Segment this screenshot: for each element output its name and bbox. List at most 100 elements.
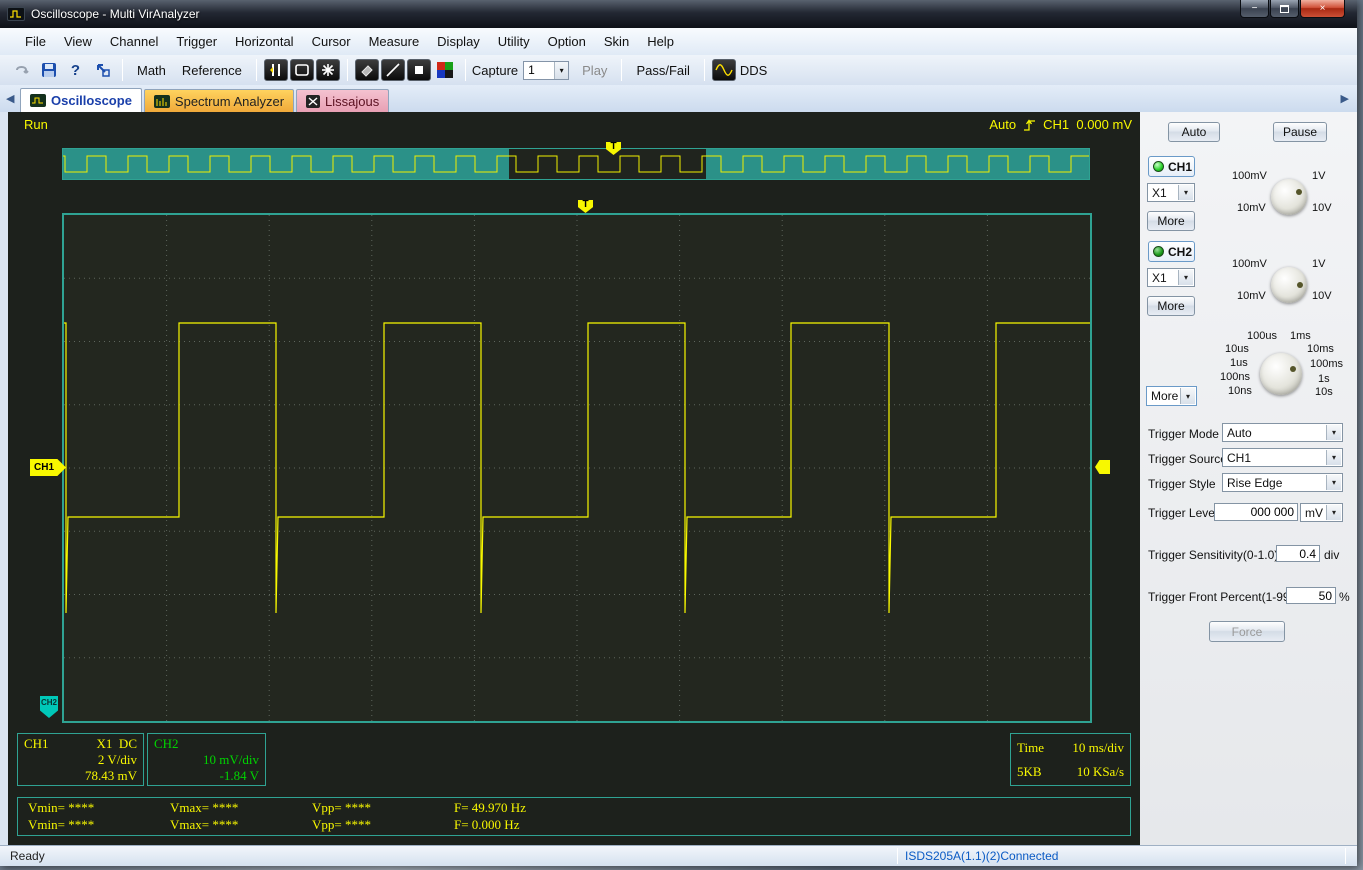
chevron-down-icon[interactable]: ▾ <box>554 61 569 79</box>
status-divider <box>1345 848 1346 864</box>
measure-vmin-2: Vmin= **** <box>28 817 95 832</box>
reference-button[interactable]: Reference <box>174 60 250 81</box>
menu-horizontal[interactable]: Horizontal <box>226 30 303 53</box>
color-palette-icon[interactable] <box>433 58 458 82</box>
tab-lissajous[interactable]: Lissajous <box>296 89 390 112</box>
chevron-down-icon: ▾ <box>1180 388 1195 404</box>
cursor-line-icon[interactable] <box>380 59 405 81</box>
tb-1ms: 1ms <box>1290 330 1311 342</box>
timebase-more-dropdown[interactable]: More ▾ <box>1146 386 1197 406</box>
tabs-scroll-left-icon[interactable]: ◀ <box>6 92 14 105</box>
ch1-volts-knob[interactable] <box>1271 179 1307 215</box>
tab-oscilloscope[interactable]: Oscilloscope <box>20 88 142 112</box>
trigger-sensitivity-label: Trigger Sensitivity(0-1.0) <box>1148 548 1279 562</box>
pause-button[interactable]: Pause <box>1273 122 1327 142</box>
channels-icon[interactable] <box>263 59 288 81</box>
ch2-range-10mv: 10mV <box>1237 290 1266 302</box>
menu-help[interactable]: Help <box>638 30 683 53</box>
ch1-level-marker[interactable]: CH1 <box>30 459 66 476</box>
menu-skin[interactable]: Skin <box>595 30 638 53</box>
scope-display: Run Auto CH1 0.000 mV T T CH1 CH2 CH1 X1 … <box>8 112 1140 845</box>
ch1-more-button[interactable]: More <box>1147 211 1195 231</box>
dds-label: DDS <box>739 62 768 78</box>
tb-100us: 100us <box>1247 330 1277 342</box>
measure-vpp-2: Vpp= **** <box>312 817 371 832</box>
ch1-enable-toggle[interactable]: CH1 <box>1148 156 1195 177</box>
trigger-status: Auto CH1 0.000 mV <box>989 117 1132 132</box>
erase-icon[interactable] <box>354 59 379 81</box>
menu-display[interactable]: Display <box>428 30 489 53</box>
ch1-range-100mv: 100mV <box>1232 170 1267 182</box>
status-divider <box>897 848 898 864</box>
play-button[interactable]: Play <box>574 60 615 81</box>
utility-icon[interactable] <box>315 59 340 81</box>
menu-option[interactable]: Option <box>539 30 595 53</box>
chevron-down-icon: ▾ <box>1326 450 1341 465</box>
trigger-front-input[interactable] <box>1286 587 1336 604</box>
force-button[interactable]: Force <box>1209 621 1285 642</box>
trigger-source-select[interactable]: CH1 ▾ <box>1222 448 1343 467</box>
menu-utility[interactable]: Utility <box>489 30 539 53</box>
tb-100ns: 100ns <box>1220 371 1250 383</box>
trigger-level-unit: mV <box>1305 505 1323 520</box>
undo-icon[interactable] <box>9 58 34 82</box>
trigger-style-select[interactable]: Rise Edge ▾ <box>1222 473 1343 492</box>
menu-channel[interactable]: Channel <box>101 30 167 53</box>
trigger-position-marker[interactable]: T <box>578 200 593 213</box>
ch2-more-button[interactable]: More <box>1147 296 1195 316</box>
ch2-probe-select[interactable]: X1 ▾ <box>1147 268 1195 287</box>
record-overview-strip[interactable] <box>62 148 1090 180</box>
maximize-icon <box>1280 4 1289 13</box>
maximize-button[interactable] <box>1270 0 1299 18</box>
ch2-led-icon <box>1153 246 1164 257</box>
display-icon[interactable] <box>289 59 314 81</box>
minimize-button[interactable]: − <box>1240 0 1269 18</box>
menu-trigger[interactable]: Trigger <box>167 30 226 53</box>
ch1-led-icon <box>1153 161 1164 172</box>
ch2-enable-toggle[interactable]: CH2 <box>1148 241 1195 262</box>
close-button[interactable]: × <box>1300 0 1345 18</box>
math-button[interactable]: Math <box>129 60 174 81</box>
stop-icon[interactable] <box>406 59 431 81</box>
menu-cursor[interactable]: Cursor <box>303 30 360 53</box>
trigger-level-label: Trigger Level <box>1148 506 1218 520</box>
ch2-level-marker[interactable]: CH2 <box>40 696 58 718</box>
ch2-probe-value: X1 <box>1152 270 1167 285</box>
pass-fail-button[interactable]: Pass/Fail <box>628 60 697 81</box>
oscilloscope-tab-icon <box>30 94 46 107</box>
ch1-volts-div: 2 V/div <box>97 752 137 767</box>
main-waveform <box>64 215 1090 721</box>
trigger-sensitivity-input[interactable] <box>1276 545 1320 562</box>
measure-freq-1: F= 49.970 Hz <box>454 800 526 815</box>
help-button[interactable]: ? <box>63 58 88 82</box>
dds-icon[interactable] <box>711 59 736 81</box>
toolbar-separator <box>255 59 257 81</box>
tabs-scroll-right-icon[interactable]: ▶ <box>1341 92 1349 105</box>
auto-button[interactable]: Auto <box>1168 122 1220 142</box>
ch1-position: 78.43 mV <box>85 768 137 783</box>
trigger-front-label: Trigger Front Percent(1-99) <box>1148 590 1294 604</box>
app-icon <box>7 7 25 21</box>
ch1-probe-value: X1 <box>1152 185 1167 200</box>
knob-indicator <box>1297 282 1303 288</box>
trigger-level-readout: CH1 0.000 mV <box>1043 117 1132 132</box>
menu-measure[interactable]: Measure <box>360 30 429 53</box>
snapshot-icon[interactable] <box>90 58 115 82</box>
menu-view[interactable]: View <box>55 30 101 53</box>
trigger-mode-select[interactable]: Auto ▾ <box>1222 423 1343 442</box>
timebase-knob[interactable] <box>1260 353 1302 395</box>
tab-label: Oscilloscope <box>51 93 132 108</box>
ch1-probe-select[interactable]: X1 ▾ <box>1147 183 1195 202</box>
save-icon[interactable] <box>36 58 61 82</box>
help-icon: ? <box>70 61 81 79</box>
ch2-range-10v: 10V <box>1312 290 1332 302</box>
measure-vmin-1: Vmin= **** <box>28 800 95 815</box>
trigger-level-unit-select[interactable]: mV ▾ <box>1300 503 1343 522</box>
trigger-level-input[interactable] <box>1214 503 1298 521</box>
trigger-level-marker[interactable] <box>1095 460 1110 474</box>
ch2-volts-knob[interactable] <box>1271 267 1307 303</box>
menu-file[interactable]: File <box>16 30 55 53</box>
tab-spectrum-analyzer[interactable]: Spectrum Analyzer <box>143 89 295 112</box>
trigger-front-unit: % <box>1339 590 1350 604</box>
ch2-toggle-label: CH2 <box>1168 244 1193 259</box>
